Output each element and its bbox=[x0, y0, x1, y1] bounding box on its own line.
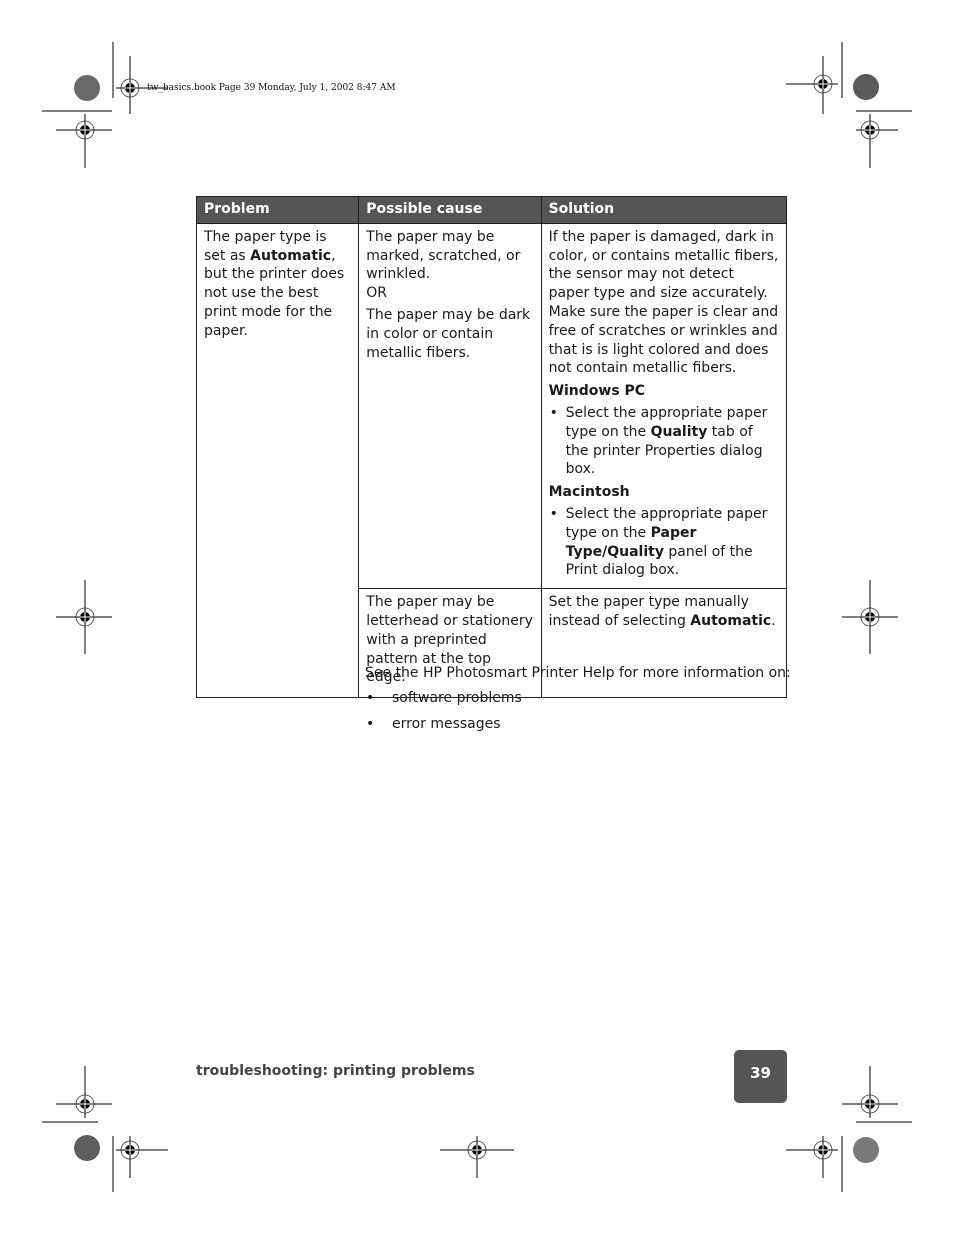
column-header-possible-cause: Possible cause bbox=[358, 196, 542, 224]
list-item: Select the appropriate paper type on the… bbox=[549, 505, 779, 580]
cause-cell: The paper may be marked, scratched, or w… bbox=[358, 222, 542, 590]
troubleshooting-table: Problem Possible cause Solution The pape… bbox=[195, 196, 788, 699]
solution-cell: If the paper is damaged, dark in color, … bbox=[540, 222, 788, 590]
list-item: software problems bbox=[365, 689, 791, 707]
windows-heading: Windows PC bbox=[548, 383, 646, 400]
crop-mark-top-right bbox=[786, 42, 912, 168]
crop-mark-mid-right bbox=[842, 580, 898, 654]
list-item: Select the appropriate paper type on the… bbox=[549, 404, 779, 479]
crop-mark-bottom-center bbox=[440, 1136, 514, 1178]
cause-or: OR bbox=[366, 285, 388, 302]
cause-dark: The paper may be dark in color or contai… bbox=[366, 306, 531, 361]
macintosh-steps: Select the appropriate paper type on the… bbox=[549, 505, 779, 580]
crop-mark-mid-left bbox=[56, 580, 112, 654]
column-header-solution: Solution bbox=[540, 196, 788, 224]
table-header-row: Problem Possible cause Solution bbox=[195, 196, 788, 224]
list-item: error messages bbox=[365, 715, 791, 733]
print-slug: tw_basics.book Page 39 Monday, July 1, 2… bbox=[147, 83, 396, 93]
color-target-icon bbox=[853, 74, 879, 100]
color-target-icon bbox=[853, 1137, 879, 1163]
more-info-lead: See the HP Photosmart Printer Help for m… bbox=[365, 665, 791, 681]
solution-intro: If the paper is damaged, dark in color, … bbox=[548, 228, 779, 377]
macintosh-heading: Macintosh bbox=[548, 484, 630, 501]
crop-mark-top-left bbox=[42, 42, 168, 168]
more-info-section: See the HP Photosmart Printer Help for m… bbox=[365, 665, 791, 741]
color-target-icon bbox=[74, 1135, 100, 1161]
table-row: The paper type is set as Automatic, but … bbox=[195, 222, 788, 699]
crop-mark-bottom-right bbox=[786, 1066, 912, 1192]
cause-marked: The paper may be marked, scratched, or w… bbox=[366, 228, 521, 283]
footer-section-title: troubleshooting: printing problems bbox=[196, 1063, 475, 1079]
more-info-list: software problems error messages bbox=[365, 689, 791, 733]
column-header-problem: Problem bbox=[195, 196, 360, 224]
page-number-tab: 39 bbox=[734, 1050, 787, 1103]
color-target-icon bbox=[74, 75, 100, 101]
problem-cell: The paper type is set as Automatic, but … bbox=[195, 222, 360, 699]
windows-steps: Select the appropriate paper type on the… bbox=[549, 404, 779, 479]
automatic-term: Automatic bbox=[250, 247, 332, 264]
crop-mark-bottom-left bbox=[42, 1066, 168, 1192]
